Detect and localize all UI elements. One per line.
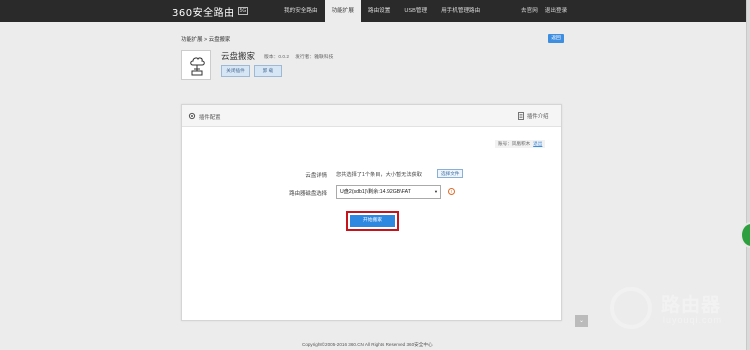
cloud-detail-label: 云盘详情 [305,173,327,179]
footer-copyright: Copyright©2005-2016 360.CN All Rights Re… [302,342,433,347]
disk-select-value: U盘2(sdb1)\剩余:14.92GB\FAT [340,189,411,195]
official-site-link[interactable]: 去官网 [521,0,538,22]
top-nav: 360安全路由 5G 我的安全路由 功能扩展 路由设置 USB管理 用手机管理路… [0,0,750,22]
cloud-move-icon [190,57,205,76]
logo[interactable]: 360安全路由 5G [172,5,249,19]
nav-router-settings[interactable]: 路由设置 [361,0,397,22]
logo-badge: 5G [237,7,249,15]
plugin-name: 云盘搬家 [221,51,256,61]
plugin-config-panel: 插件配置 插件介绍 账号：凤凰积木 退出 云盘详情 您共选择了1个条目，大小暂无法… [181,104,562,321]
account-logout-link[interactable]: 退出 [533,141,542,146]
nav-mobile[interactable]: 用手机管理路由 [434,0,487,22]
page-scrollbar[interactable] [746,0,750,350]
nav-my-router[interactable]: 我的安全路由 [277,0,325,22]
dropdown-arrow-icon: ▼ [434,189,438,194]
logo-text: 360安全路由 [172,7,235,19]
nav-right: 去官网 退出登录 [521,0,567,22]
logout-link[interactable]: 退出登录 [545,0,567,22]
disk-select[interactable]: U盘2(sdb1)\剩余:14.92GB\FAT ▼ [336,185,441,199]
disk-select-label: 路由器磁盘选择 [289,191,327,197]
return-button[interactable]: 返回 [548,34,564,43]
scroll-down-button[interactable]: ⌄ [575,315,588,327]
panel-title: 插件配置 [199,115,221,121]
plugin-intro-label: 插件介绍 [527,114,549,120]
plugin-icon [181,50,211,80]
document-icon [518,112,524,120]
gear-icon [188,112,196,120]
choose-file-button[interactable]: 选择文件 [437,169,464,178]
watermark-title: 路由器 [661,295,722,316]
plugin-intro-link[interactable]: 插件介绍 [518,112,549,120]
uninstall-button[interactable]: 卸 载 [254,65,282,77]
watermark-logo [610,287,652,329]
plugin-publisher: 发行者：雅联科技 [295,55,334,60]
main-nav: 我的安全路由 功能扩展 路由设置 USB管理 用手机管理路由 [277,0,487,22]
nav-extensions[interactable]: 功能扩展 [324,0,361,22]
info-icon[interactable]: ! [448,188,455,195]
panel-header: 插件配置 插件介绍 [182,105,561,127]
cloud-detail-text: 您共选择了1个条目，大小暂无法获取 [336,172,422,178]
floating-widget[interactable] [740,222,750,248]
plugin-meta: 版本：0.0.2 发行者：雅联科技 [264,53,333,60]
watermark-url: luyouqi.com [663,315,723,325]
close-plugin-button[interactable]: 关闭插件 [221,65,250,77]
plugin-version: 版本：0.0.2 [264,55,290,60]
breadcrumb: 功能扩展 > 云盘搬家 [181,37,231,43]
account-name: 账号：凤凰积木 [498,141,531,146]
nav-usb[interactable]: USB管理 [397,0,434,22]
account-info: 账号：凤凰积木 退出 [495,140,546,148]
start-move-button[interactable]: 开始搬家 [350,215,395,227]
